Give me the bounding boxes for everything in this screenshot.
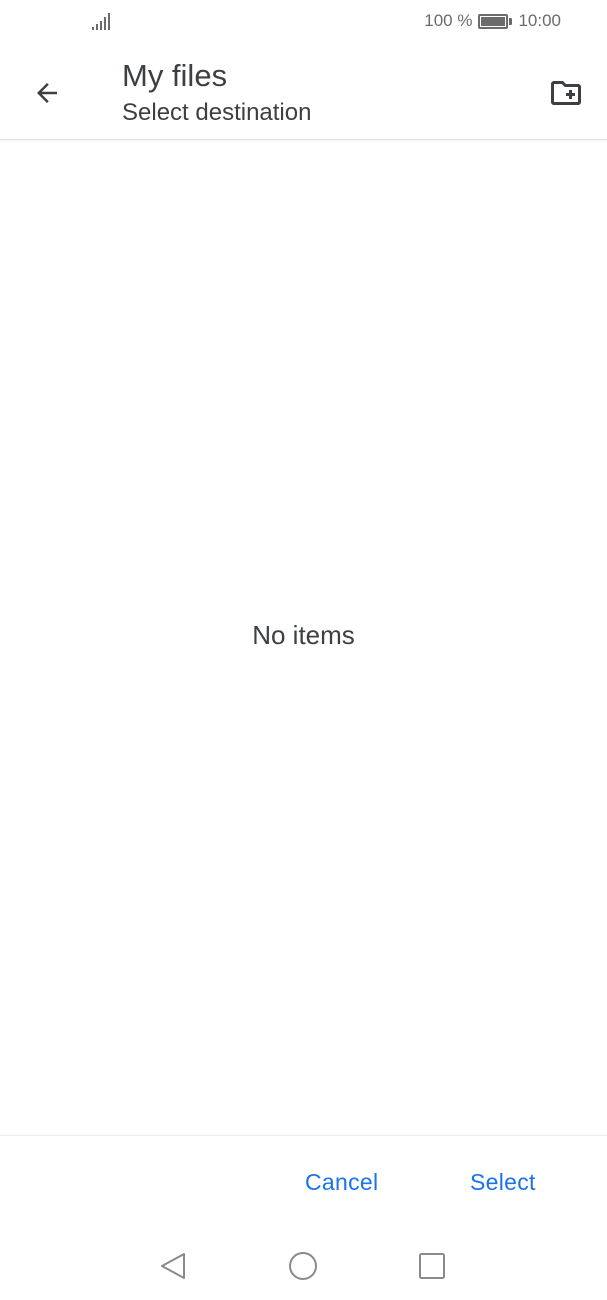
select-button[interactable]: Select: [470, 1169, 536, 1196]
status-bar: 100 % 10:00: [0, 0, 607, 44]
square-recent-icon: [419, 1253, 445, 1279]
screen: 100 % 10:00 My files Select destination …: [0, 0, 607, 1300]
action-bar: Cancel Select: [0, 1135, 607, 1231]
create-new-folder-icon: [551, 81, 581, 105]
new-folder-button[interactable]: [543, 70, 589, 116]
circle-home-icon: [289, 1252, 317, 1280]
page-subtitle: Select destination: [122, 99, 312, 126]
battery-full-icon: [478, 13, 513, 29]
cancel-button[interactable]: Cancel: [305, 1169, 378, 1196]
triangle-back-icon: [161, 1253, 185, 1279]
back-button[interactable]: [24, 70, 70, 116]
battery-percentage: 100 %: [424, 11, 473, 30]
nav-recent-button[interactable]: [415, 1249, 449, 1283]
nav-back-button[interactable]: [156, 1249, 190, 1283]
app-bar: My files Select destination: [0, 44, 607, 140]
signal-icon: [92, 12, 110, 30]
empty-state-message: No items: [252, 620, 355, 650]
header-titles: My files Select destination: [122, 58, 311, 129]
nav-home-button[interactable]: [286, 1249, 320, 1283]
arrow-left-icon: [37, 83, 57, 103]
system-nav-bar: [0, 1231, 607, 1300]
page-title: My files: [122, 58, 228, 93]
status-right: 100 % 10:00: [424, 11, 561, 31]
clock: 10:00: [518, 11, 561, 30]
